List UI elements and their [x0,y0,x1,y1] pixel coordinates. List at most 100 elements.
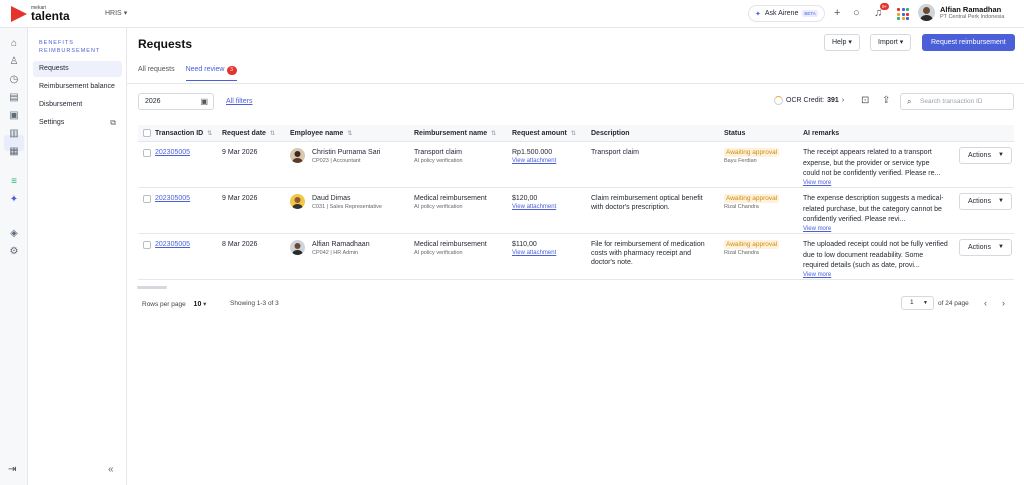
subnav-item-requests[interactable]: Requests [33,61,122,77]
tab-need-review[interactable]: Need review 3 [185,66,237,81]
prev-page-icon[interactable]: ‹ [984,298,987,308]
ask-airene-label: Ask Airene [764,10,799,17]
employee-name: Daud Dimas [312,195,351,202]
calendar-icon[interactable]: ▤ [8,92,20,104]
approver-name: Rizal Chandra [724,204,759,210]
transaction-id-link[interactable]: 202305005 [155,240,190,249]
header-label: Request amount [512,130,567,137]
request-reimbursement-button[interactable]: Request reimbursement [922,34,1015,51]
request-amount: $120,00 [512,195,538,202]
collapse-sidebar-icon[interactable]: « [108,464,114,475]
avatar [918,4,935,21]
row-checkbox[interactable] [143,195,151,203]
wallet-icon[interactable]: ▣ [8,110,20,122]
row-checkbox[interactable] [143,149,151,157]
page-select[interactable]: 1 ▼ [901,296,934,310]
subnav-label: Reimbursement balance [39,83,115,90]
export-icon[interactable]: ⇪ [882,95,890,106]
select-all-checkbox[interactable] [143,129,151,137]
status-badge: Awaiting approval [724,194,780,203]
sort-icon: ⇅ [347,131,353,137]
app-rail: ⌂ ♙ ◷ ▤ ▣ ▥ ▦ ≡ ✦ ◈ ⚙ ⇥ [0,28,28,485]
column-header[interactable]: Request amount ⇅ [512,125,576,143]
subnav-title: BENEFITS REIMBURSEMENT [39,40,101,54]
year-picker[interactable]: 2026 ▣ [138,93,214,110]
import-button[interactable]: Import ▾ [870,34,912,51]
tag-icon[interactable]: ◈ [8,228,20,240]
apps-grid-icon[interactable] [897,8,909,20]
actions-button[interactable]: Actions ▼ [959,193,1012,210]
row-checkbox[interactable] [143,241,151,249]
clock-icon[interactable]: ◷ [8,74,20,86]
transaction-id-link[interactable]: 202305005 [155,148,190,157]
settings-gear-icon[interactable]: ⚙ [8,246,20,258]
subnav-label: Requests [39,65,69,72]
people-icon[interactable]: ♙ [8,56,20,68]
all-filters-link[interactable]: All filters [226,98,252,105]
employee-name: Alfian Ramadhaan [312,241,370,248]
view-more-link[interactable]: View more [803,225,948,233]
reimbursement-name: Medical reimbursement [414,241,487,248]
ai-sparkle-icon[interactable]: ✦ [8,194,20,206]
actions-button[interactable]: Actions ▼ [959,239,1012,256]
ask-airene-button[interactable]: ✦ Ask Airene BETA [748,5,825,22]
request-amount: $110,00 [512,241,537,248]
sort-icon: ⇅ [491,131,497,137]
subnav-item-reimbursement-balance[interactable]: Reimbursement balance [33,79,122,95]
chevron-down-icon: ▾ [899,39,904,46]
table-row[interactable]: 202305005 9 Mar 2026 Christin Purnama Sa… [138,142,1014,188]
next-page-icon[interactable]: › [1002,298,1005,308]
column-header[interactable]: Employee name ⇅ [290,125,352,143]
module-switcher[interactable]: HRIS ▾ [105,9,127,17]
user-company: PT Central Perk Indonesia [940,14,1005,20]
column-header[interactable]: Reimbursement name ⇅ [414,125,496,143]
document-icon[interactable]: ▥ [8,128,20,140]
employee-id-role: CP042 | HR Admin [312,250,359,256]
avatar [290,240,305,255]
reimbursement-name: Medical reimbursement [414,195,487,202]
page-title: Requests [138,37,193,51]
tab-divider [127,83,1024,84]
request-date: 8 Mar 2026 [222,241,258,248]
header-label: Employee name [290,130,344,137]
expand-sidebar-icon[interactable]: ⇥ [8,464,16,475]
subnav-item-disbursement[interactable]: Disbursement [33,97,122,113]
column-header: Description [591,125,630,142]
external-link-icon: ⧉ [110,118,116,127]
calendar-icon: ▣ [200,97,208,106]
rows-per-page-label: Rows per page [142,301,186,308]
table-row[interactable]: 202305005 9 Mar 2026 Daud Dimas C031 | Sa… [138,188,1014,234]
view-attachment-link[interactable]: View attachment [512,249,556,257]
column-header[interactable]: Transaction ID ⇅ [155,125,212,143]
home-icon[interactable]: ⌂ [8,38,20,50]
actions-button[interactable]: Actions ▼ [959,147,1012,164]
user-menu[interactable]: Alfian Ramadhan PT Central Perk Indonesi… [918,4,1004,21]
tab-all-requests[interactable]: All requests [138,66,175,81]
ocr-credit[interactable]: OCR Credit: 391 › [774,96,844,105]
column-header[interactable]: Request date ⇅ [222,125,275,143]
scan-receipt-icon[interactable]: ⊡ [861,95,869,106]
view-more-link[interactable]: View more [803,179,948,187]
help-button[interactable]: Help ▾ [824,34,860,51]
header-label: Transaction ID [155,130,204,137]
sort-icon: ⇅ [269,131,275,137]
chevron-right-icon: › [841,97,845,104]
rows-per-page[interactable]: Rows per page 10 ▾ [142,300,206,308]
view-attachment-link[interactable]: View attachment [512,157,556,165]
transaction-id-link[interactable]: 202305005 [155,194,190,203]
subnav-item-settings[interactable]: Settings ⧉ [33,115,122,131]
plus-icon[interactable]: + [834,7,840,19]
verification-type: AI policy verification [414,158,463,164]
verification-type: AI policy verification [414,204,463,210]
view-more-link[interactable]: View more [803,271,948,279]
building-icon[interactable]: ▦ [8,146,20,158]
tab-count-badge: 3 [226,66,237,75]
search-input[interactable]: ⌕ Search transaction ID [900,93,1014,110]
table-row[interactable]: 202305005 8 Mar 2026 Alfian Ramadhaan CP0… [138,234,1014,280]
description: Claim reimbursement optical benefit with… [591,195,703,211]
search-icon[interactable]: ○ [853,7,860,19]
view-attachment-link[interactable]: View attachment [512,203,556,211]
menu-lines-icon[interactable]: ≡ [8,176,20,188]
talenta-logo[interactable]: mekari talenta [11,6,70,22]
horizontal-scrollbar[interactable] [137,286,167,289]
